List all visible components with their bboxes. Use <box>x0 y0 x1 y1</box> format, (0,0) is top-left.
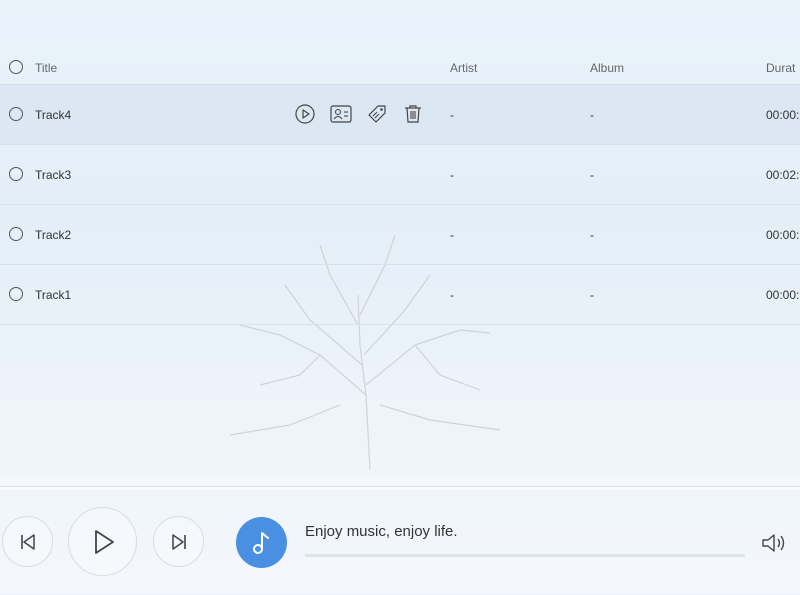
track-row[interactable]: Track3 - - 00:02: <box>0 145 800 205</box>
track-duration: 00:00: <box>766 288 800 302</box>
track-duration: 00:02: <box>766 168 800 182</box>
player-bar: Enjoy music, enjoy life. <box>0 486 800 595</box>
volume-icon <box>762 534 785 552</box>
next-button[interactable] <box>153 516 204 567</box>
progress-bar[interactable] <box>305 554 745 557</box>
track-duration: 00:00: <box>766 108 800 122</box>
volume-button[interactable] <box>760 531 788 555</box>
album-cover[interactable] <box>236 517 287 568</box>
track-title: Track4 <box>35 108 72 122</box>
next-icon <box>171 533 186 550</box>
column-header-duration[interactable]: Durat <box>766 61 795 75</box>
track-album: - <box>590 288 594 302</box>
contact-card-icon[interactable] <box>330 103 352 125</box>
play-icon[interactable] <box>294 103 316 125</box>
previous-button[interactable] <box>2 516 53 567</box>
music-note-icon <box>252 531 269 554</box>
column-header-artist[interactable]: Artist <box>450 61 477 75</box>
previous-icon <box>20 533 35 550</box>
track-artist: - <box>450 228 454 242</box>
tag-icon[interactable] <box>366 103 388 125</box>
trash-icon[interactable] <box>402 103 424 125</box>
track-artist: - <box>450 108 454 122</box>
select-all-checkbox[interactable] <box>9 60 23 74</box>
track-row[interactable]: Track2 - - 00:00: <box>0 205 800 265</box>
play-icon <box>94 529 114 554</box>
row-checkbox[interactable] <box>9 107 23 121</box>
track-title: Track3 <box>35 168 72 182</box>
track-album: - <box>590 168 594 182</box>
track-album: - <box>590 108 594 122</box>
row-checkbox[interactable] <box>9 227 23 241</box>
column-header-album[interactable]: Album <box>590 61 624 75</box>
row-checkbox[interactable] <box>9 287 23 301</box>
row-checkbox[interactable] <box>9 167 23 181</box>
track-album: - <box>590 228 594 242</box>
now-playing-text: Enjoy music, enjoy life. <box>305 523 458 540</box>
play-button[interactable] <box>68 507 137 576</box>
track-artist: - <box>450 288 454 302</box>
row-actions <box>294 103 424 125</box>
track-duration: 00:00: <box>766 228 800 242</box>
column-header-title[interactable]: Title <box>35 61 57 75</box>
track-row[interactable]: Track4 - - 00:00: <box>0 85 800 145</box>
track-title: Track2 <box>35 228 72 242</box>
track-title: Track1 <box>35 288 72 302</box>
track-list-header: Title Artist Album Durat <box>0 50 800 85</box>
track-row[interactable]: Track1 - - 00:00: <box>0 265 800 325</box>
track-artist: - <box>450 168 454 182</box>
